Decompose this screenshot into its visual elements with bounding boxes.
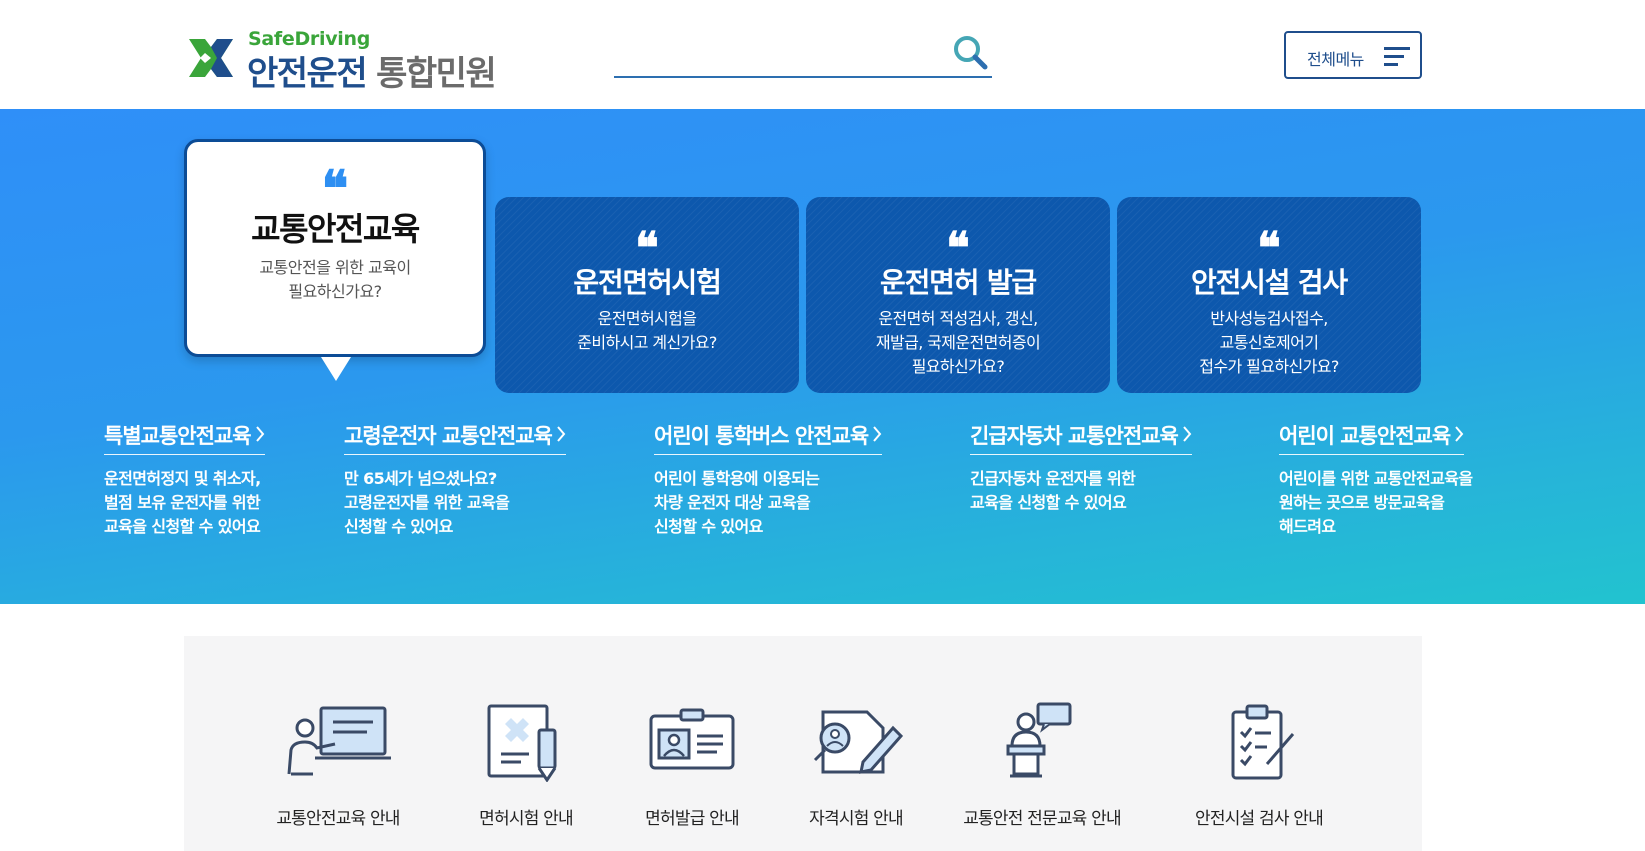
card-title: 운전면허 발급: [880, 266, 1037, 299]
chevron-right-icon: [557, 426, 566, 442]
edu-desc-line: 신청할 수 있어요: [344, 517, 453, 536]
featured-card-traffic-safety-education[interactable]: ❝ 교통안전교육 교통안전을 위한 교육이 필요하신가요?: [184, 139, 486, 357]
header: SafeDriving 안전운전 통합민원 전체메뉴: [0, 0, 1645, 109]
edu-link-title: 고령운전자 교통안전교육: [344, 420, 566, 455]
card-license-issuance[interactable]: ❝ 운전면허 발급 운전면허 적성검사, 갱신, 재발급, 국제운전면허증이 필…: [806, 197, 1110, 393]
card-desc-line: 반사성능검사접수,: [1210, 309, 1328, 328]
service-label: 교통안전 전문교육 안내: [963, 809, 1121, 829]
card-license-exam[interactable]: ❝ 운전면허시험 운전면허시험을 준비하시고 계신가요?: [495, 197, 799, 393]
edu-link-emergency-vehicle[interactable]: 긴급자동차 교통안전교육 긴급자동차 운전자를 위한 교육을 신청할 수 있어요: [970, 420, 1192, 515]
edu-desc-line: 만 65세가 넘으셨나요?: [344, 469, 497, 488]
edu-link-desc: 만 65세가 넘으셨나요? 고령운전자를 위한 교육을 신청할 수 있어요: [344, 467, 566, 539]
edu-link-title: 어린이 통학버스 안전교육: [654, 420, 883, 455]
featured-card-title: 교통안전교육: [251, 210, 420, 248]
search-bar: [614, 28, 992, 78]
chevron-right-icon: [1455, 426, 1464, 442]
edu-link-desc: 어린이 통학용에 이용되는 차량 운전자 대상 교육을 신청할 수 있어요: [654, 467, 882, 539]
service-label: 교통안전교육 안내: [276, 809, 400, 829]
card-title: 운전면허시험: [573, 266, 722, 299]
search-input[interactable]: [614, 36, 934, 72]
card-desc-line: 필요하신가요?: [911, 357, 1005, 376]
edu-desc-line: 긴급자동차 운전자를 위한: [970, 469, 1136, 488]
service-qualification-exam-guide[interactable]: 자격시험 안내: [786, 702, 926, 829]
quote-icon: ❝: [321, 159, 349, 218]
edu-link-school-bus[interactable]: 어린이 통학버스 안전교육 어린이 통학용에 이용되는 차량 운전자 대상 교육…: [654, 420, 883, 539]
hero-section: ❝ 교통안전교육 교통안전을 위한 교육이 필요하신가요? ❝ 운전면허시험 운…: [0, 109, 1645, 604]
featured-card-desc: 교통안전을 위한 교육이 필요하신가요?: [187, 256, 483, 304]
edu-desc-line: 어린이를 위한 교통안전교육을: [1279, 469, 1473, 488]
edu-desc-line: 신청할 수 있어요: [654, 517, 763, 536]
quote-icon: ❝: [946, 223, 970, 274]
service-professional-education-guide[interactable]: 교통안전 전문교육 안내: [942, 702, 1142, 829]
speech-tail-icon: [321, 357, 351, 381]
card-desc-line: 접수가 필요하신가요?: [1199, 357, 1339, 376]
lecture-icon: [287, 706, 391, 776]
service-label: 면허발급 안내: [645, 809, 739, 829]
edu-desc-line: 고령운전자를 위한 교육을: [344, 493, 510, 512]
edu-link-title-text: 특별교통안전교육: [104, 424, 252, 448]
card-safety-facility-inspection[interactable]: ❝ 안전시설 검사 반사성능검사접수, 교통신호제어기 접수가 필요하신가요?: [1117, 197, 1421, 393]
service-traffic-safety-education[interactable]: 교통안전교육 안내: [258, 702, 418, 829]
card-desc-line: 운전면허시험을: [597, 309, 697, 328]
clipboard-checklist-icon: [1231, 704, 1295, 780]
service-label: 자격시험 안내: [809, 809, 903, 829]
edu-desc-line: 해드려요: [1279, 517, 1336, 536]
speaker-podium-icon: [1006, 702, 1072, 778]
service-label: 면허시험 안내: [479, 809, 573, 829]
edu-link-special[interactable]: 특별교통안전교육 운전면허정지 및 취소자, 벌점 보유 운전자를 위한 교육을…: [104, 420, 265, 539]
logo-cross-icon: [189, 39, 233, 77]
chevron-right-icon: [873, 426, 882, 442]
edu-link-title-text: 어린이 교통안전교육: [1279, 424, 1451, 448]
quote-icon: ❝: [635, 223, 659, 274]
logo-main-text: 안전운전: [247, 54, 368, 94]
edu-link-title: 어린이 교통안전교육: [1279, 420, 1465, 455]
edu-link-desc: 운전면허정지 및 취소자, 벌점 보유 운전자를 위한 교육을 신청할 수 있어…: [104, 467, 265, 539]
search-icon[interactable]: [950, 32, 990, 72]
edu-desc-line: 교육을 신청할 수 있어요: [104, 517, 261, 536]
hamburger-icon: [1384, 47, 1410, 66]
card-desc-line: 준비하시고 계신가요?: [577, 333, 717, 352]
edu-desc-line: 벌점 보유 운전자를 위한: [104, 493, 261, 512]
card-desc: 운전면허 적성검사, 갱신, 재발급, 국제운전면허증이 필요하신가요?: [806, 307, 1110, 379]
full-menu-button[interactable]: 전체메뉴: [1284, 31, 1422, 79]
edu-link-desc: 어린이를 위한 교통안전교육을 원하는 곳으로 방문교육을 해드려요: [1279, 467, 1473, 539]
certificate-pen-icon: [813, 710, 903, 774]
site-logo[interactable]: SafeDriving 안전운전 통합민원: [183, 28, 497, 94]
edu-desc-line: 어린이 통학용에 이용되는: [654, 469, 820, 488]
edu-link-title: 긴급자동차 교통안전교육: [970, 420, 1192, 455]
edu-link-title: 특별교통안전교육: [104, 420, 265, 455]
card-desc: 운전면허시험을 준비하시고 계신가요?: [495, 307, 799, 355]
full-menu-label: 전체메뉴: [1307, 50, 1364, 69]
edu-link-children[interactable]: 어린이 교통안전교육 어린이를 위한 교통안전교육을 원하는 곳으로 방문교육을…: [1279, 420, 1473, 539]
edu-desc-line: 운전면허정지 및 취소자,: [104, 469, 261, 488]
card-title: 안전시설 검사: [1191, 266, 1348, 299]
featured-card-desc-line: 교통안전을 위한 교육이: [259, 258, 411, 277]
edu-desc-line: 교육을 신청할 수 있어요: [970, 493, 1127, 512]
edu-link-senior-driver[interactable]: 고령운전자 교통안전교육 만 65세가 넘으셨나요? 고령운전자를 위한 교육을…: [344, 420, 566, 539]
featured-card-desc-line: 필요하신가요?: [288, 282, 382, 301]
edu-desc-line: 원하는 곳으로 방문교육을: [1279, 493, 1445, 512]
edu-link-title-text: 긴급자동차 교통안전교육: [970, 424, 1179, 448]
card-desc: 반사성능검사접수, 교통신호제어기 접수가 필요하신가요?: [1117, 307, 1421, 379]
logo-title: 안전운전 통합민원: [247, 46, 497, 95]
chevron-right-icon: [1183, 426, 1192, 442]
edu-link-title-text: 고령운전자 교통안전교육: [344, 424, 553, 448]
logo-sub-text: 통합민원: [376, 54, 497, 94]
edu-desc-line: 차량 운전자 대상 교육을: [654, 493, 811, 512]
card-desc-line: 운전면허 적성검사, 갱신,: [878, 309, 1038, 328]
service-license-issuance-guide[interactable]: 면허발급 안내: [622, 702, 762, 829]
edu-link-desc: 긴급자동차 운전자를 위한 교육을 신청할 수 있어요: [970, 467, 1192, 515]
service-license-exam-guide[interactable]: 면허시험 안내: [456, 702, 596, 829]
id-card-icon: [649, 708, 735, 770]
service-guide-section: 교통안전교육 안내 면허시험 안내 면허발급 안내 자격시험 안내 교통안전 전…: [184, 636, 1422, 851]
quote-icon: ❝: [1257, 223, 1281, 274]
service-label: 안전시설 검사 안내: [1195, 809, 1324, 829]
edu-link-title-text: 어린이 통학버스 안전교육: [654, 424, 869, 448]
card-desc-line: 재발급, 국제운전면허증이: [875, 333, 1041, 352]
service-safety-facility-inspection-guide[interactable]: 안전시설 검사 안내: [1174, 702, 1344, 829]
chevron-right-icon: [255, 426, 264, 442]
card-desc-line: 교통신호제어기: [1219, 333, 1319, 352]
exam-document-icon: [487, 704, 557, 782]
